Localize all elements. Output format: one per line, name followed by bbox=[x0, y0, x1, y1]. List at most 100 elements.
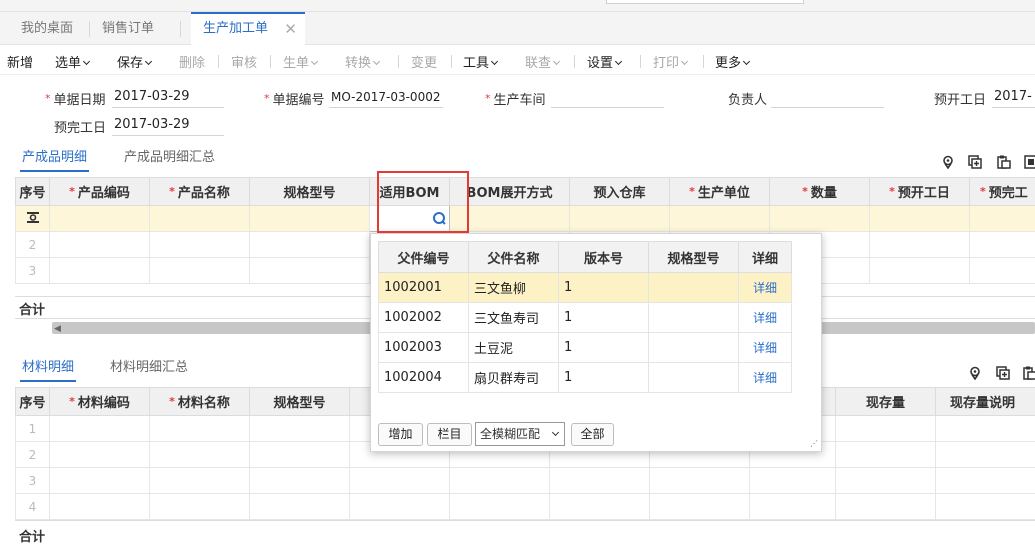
tab-material-detail[interactable]: 材料明细 bbox=[19, 356, 77, 382]
grid-cell[interactable] bbox=[969, 205, 1035, 232]
bom-row[interactable]: 1002001 三文鱼柳 1 详细 bbox=[378, 272, 792, 303]
tab-production-order[interactable]: 生产加工单 ✕ bbox=[191, 12, 305, 45]
toolbar-delete-button[interactable]: 删除 bbox=[179, 52, 205, 71]
top-strip bbox=[0, 0, 1035, 12]
all-button[interactable]: 全部 bbox=[571, 423, 614, 446]
toolbar-divider bbox=[398, 55, 399, 68]
bom-code[interactable]: 1002002 bbox=[378, 302, 469, 333]
col-spec[interactable]: 规格型号 bbox=[249, 387, 350, 416]
toolbar-more-button[interactable]: 更多 bbox=[715, 52, 751, 71]
grid-cell[interactable] bbox=[669, 205, 770, 232]
toolbar-print-button[interactable]: 打印 bbox=[653, 52, 689, 71]
toolbar-generate-button[interactable]: 生单 bbox=[283, 52, 319, 71]
bom-detail-link[interactable]: 详细 bbox=[738, 332, 792, 363]
grid-cell[interactable] bbox=[869, 205, 970, 232]
grid-cell[interactable] bbox=[149, 205, 250, 232]
paste-icon[interactable] bbox=[1023, 366, 1035, 380]
tab-product-detail[interactable]: 产成品明细 bbox=[19, 146, 90, 172]
toolbar-audit-button[interactable]: 审核 bbox=[231, 52, 257, 71]
order-no-field[interactable]: MO-2017-03-0002 bbox=[329, 88, 443, 108]
search-input[interactable] bbox=[606, 0, 804, 4]
bom-spec[interactable] bbox=[648, 362, 739, 393]
bom-name[interactable]: 三文鱼柳 bbox=[468, 272, 559, 303]
toolbar-settings-button[interactable]: 设置 bbox=[587, 52, 623, 71]
bom-version[interactable]: 1 bbox=[558, 362, 649, 393]
toolbar-save-button[interactable]: 保存 bbox=[117, 52, 153, 71]
add-row-icon[interactable] bbox=[968, 155, 982, 169]
grid-cell[interactable] bbox=[49, 205, 150, 232]
col-plan-finish[interactable]: * 预完工 bbox=[969, 177, 1035, 206]
toolbar-change-button[interactable]: 变更 bbox=[411, 52, 437, 71]
plan-finish-field[interactable]: 2017-03-29 bbox=[112, 116, 224, 136]
bom-name[interactable]: 土豆泥 bbox=[468, 332, 559, 363]
col-stock-note[interactable]: 现存量说明 bbox=[935, 387, 1035, 416]
order-date-field[interactable]: 2017-03-29 bbox=[112, 88, 224, 108]
grid-cell[interactable] bbox=[769, 205, 870, 232]
match-mode-select[interactable]: 全模糊匹配 bbox=[475, 422, 565, 446]
bom-version[interactable]: 1 bbox=[558, 302, 649, 333]
location-pin-icon[interactable] bbox=[968, 366, 982, 380]
location-pin-icon[interactable] bbox=[941, 155, 955, 169]
col-unit[interactable]: * 生产单位 bbox=[669, 177, 770, 206]
bom-spec[interactable] bbox=[648, 272, 739, 303]
add-button[interactable]: 增加 bbox=[378, 423, 423, 446]
col-product-code[interactable]: * 产品编码 bbox=[49, 177, 150, 206]
col-version: 版本号 bbox=[558, 241, 649, 273]
bom-cell-input[interactable] bbox=[369, 205, 450, 232]
tab-my-desktop[interactable]: 我的桌面 bbox=[21, 12, 73, 45]
grid-cell[interactable] bbox=[249, 205, 370, 232]
close-icon[interactable]: ✕ bbox=[284, 14, 297, 44]
col-material-name[interactable]: * 材料名称 bbox=[149, 387, 250, 416]
resize-grip-icon[interactable]: ⋰ bbox=[810, 439, 818, 448]
bom-detail-link[interactable]: 详细 bbox=[738, 272, 792, 303]
table-row[interactable]: 3 bbox=[15, 467, 1035, 494]
copy-row-icon[interactable] bbox=[1024, 155, 1035, 169]
search-icon[interactable] bbox=[432, 211, 446, 225]
bom-spec[interactable] bbox=[648, 332, 739, 363]
toolbar-select-button[interactable]: 选单 bbox=[55, 52, 91, 71]
bom-row[interactable]: 1002004 扇贝群寿司 1 详细 bbox=[378, 362, 792, 393]
owner-field[interactable] bbox=[771, 88, 884, 108]
columns-button[interactable]: 栏目 bbox=[427, 423, 472, 446]
col-stock[interactable]: 现存量 bbox=[835, 387, 936, 416]
toolbar-convert-button[interactable]: 转换 bbox=[345, 52, 381, 71]
add-row-icon[interactable] bbox=[996, 366, 1010, 380]
bom-name[interactable]: 扇贝群寿司 bbox=[468, 362, 559, 393]
col-bom-expand[interactable]: BOM展开方式 bbox=[449, 177, 570, 206]
bom-spec[interactable] bbox=[648, 302, 739, 333]
paste-icon[interactable] bbox=[997, 155, 1011, 169]
bom-code[interactable]: 1002004 bbox=[378, 362, 469, 393]
col-quantity[interactable]: * 数量 bbox=[769, 177, 870, 206]
col-bom[interactable]: 适用BOM bbox=[369, 177, 450, 206]
table-row[interactable]: 4 bbox=[15, 493, 1035, 520]
row-edit-icon[interactable] bbox=[15, 205, 50, 232]
col-material-code[interactable]: * 材料编码 bbox=[49, 387, 150, 416]
col-warehouse[interactable]: 预入仓库 bbox=[569, 177, 670, 206]
bom-code[interactable]: 1002003 bbox=[378, 332, 469, 363]
bom-row[interactable]: 1002002 三文鱼寿司 1 详细 bbox=[378, 302, 792, 333]
bom-name[interactable]: 三文鱼寿司 bbox=[468, 302, 559, 333]
grid-cell[interactable] bbox=[449, 205, 570, 232]
toolbar-tools-button[interactable]: 工具 bbox=[463, 52, 499, 71]
col-product-name[interactable]: * 产品名称 bbox=[149, 177, 250, 206]
workshop-field[interactable] bbox=[551, 88, 664, 108]
col-plan-start[interactable]: * 预开工日 bbox=[869, 177, 970, 206]
tab-material-summary[interactable]: 材料明细汇总 bbox=[110, 356, 188, 375]
plan-start-field[interactable]: 2017-0 bbox=[992, 88, 1035, 108]
bom-detail-link[interactable]: 详细 bbox=[738, 362, 792, 393]
bom-detail-link[interactable]: 详细 bbox=[738, 302, 792, 333]
col-spec[interactable]: 规格型号 bbox=[249, 177, 370, 206]
grid-cell[interactable] bbox=[569, 205, 670, 232]
order-no-label: * 单据编号 bbox=[264, 92, 325, 108]
tab-product-summary[interactable]: 产成品明细汇总 bbox=[124, 146, 215, 165]
bom-code[interactable]: 1002001 bbox=[378, 272, 469, 303]
bom-row[interactable]: 1002003 土豆泥 1 详细 bbox=[378, 332, 792, 363]
scroll-left-icon[interactable]: ◀ bbox=[54, 324, 61, 334]
toolbar-lookup-button[interactable]: 联查 bbox=[525, 52, 561, 71]
table-row[interactable] bbox=[15, 205, 1035, 232]
toolbar-new-button[interactable]: 新增 bbox=[7, 52, 33, 71]
bom-version[interactable]: 1 bbox=[558, 272, 649, 303]
bom-version[interactable]: 1 bbox=[558, 332, 649, 363]
chevron-down-icon bbox=[82, 57, 91, 66]
tab-sales-order[interactable]: 销售订单 bbox=[102, 12, 154, 45]
